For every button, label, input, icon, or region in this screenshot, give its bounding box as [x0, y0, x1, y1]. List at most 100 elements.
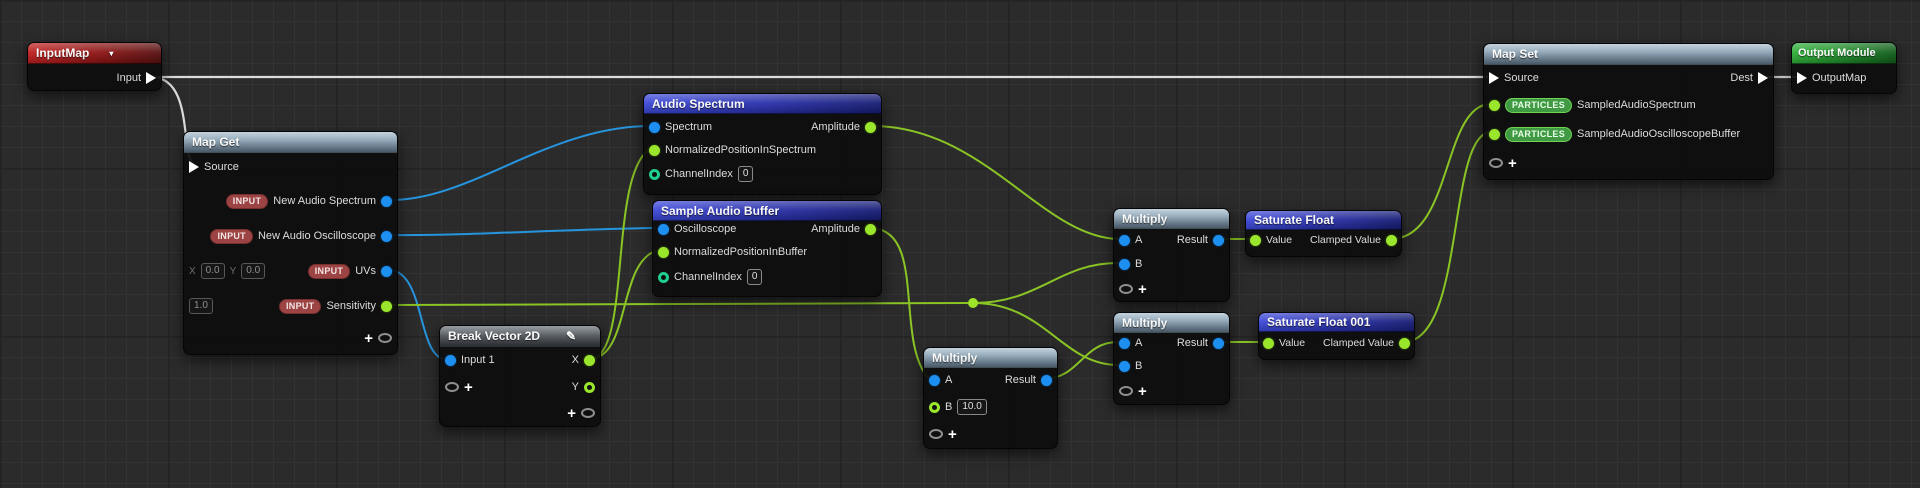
node-audio-spectrum[interactable]: Audio Spectrum Spectrum Amplitude Normal… [643, 93, 882, 195]
node-header[interactable]: Map Get [184, 132, 397, 153]
chevron-down-icon[interactable]: ▾ [109, 49, 113, 58]
edit-pencil-icon[interactable]: ✎ [566, 329, 576, 343]
output-pin-amplitude[interactable] [865, 223, 876, 235]
output-pin-result[interactable] [1041, 374, 1052, 386]
pin-label: X [571, 354, 579, 366]
input-pin-a[interactable] [1119, 337, 1130, 349]
output-pin-result[interactable] [1213, 234, 1224, 246]
reroute-junction-dot[interactable] [968, 298, 978, 308]
wire-saturate001-to-sampledaudiooscilloscopebuffer [1402, 131, 1490, 344]
eye-icon[interactable] [378, 333, 392, 343]
input-pin-normalized-position[interactable] [649, 144, 660, 156]
node-header[interactable]: Output Module [1792, 43, 1896, 64]
eye-icon[interactable] [1119, 284, 1133, 294]
exec-input-pin[interactable] [1797, 72, 1807, 84]
add-pin-icon[interactable]: + [464, 380, 473, 395]
value-field-channel-index[interactable]: 0 [737, 166, 754, 182]
input-pin-a[interactable] [929, 374, 940, 386]
input-pin-b[interactable] [929, 401, 940, 413]
pin-label: Oscilloscope [674, 223, 737, 235]
value-field-uv-y[interactable]: 0.0 [241, 263, 266, 279]
value-field-b[interactable]: 10.0 [957, 399, 987, 415]
pin-label: Input 1 [461, 354, 495, 366]
node-map-set[interactable]: Map Set Source Dest PARTICLES SampledAud… [1483, 43, 1774, 180]
pin-label: Y [571, 381, 579, 393]
add-pin-icon[interactable]: + [364, 331, 373, 346]
node-header[interactable]: InputMap ▾ [28, 43, 161, 64]
node-multiply-scale[interactable]: Multiply A Result B 10.0 + [923, 347, 1058, 449]
pin-label: B [1135, 360, 1143, 372]
add-pin-icon[interactable]: + [567, 406, 576, 421]
exec-input-pin[interactable] [1489, 72, 1499, 84]
output-pin-clamped-value[interactable] [1399, 337, 1410, 349]
input-pin-channel-index[interactable] [658, 271, 669, 283]
node-title: Break Vector 2D [448, 329, 541, 343]
input-pin-normalized-position[interactable] [658, 246, 669, 258]
input-pin-value[interactable] [1250, 234, 1261, 246]
node-output-module[interactable]: Output Module OutputMap [1791, 42, 1897, 94]
eye-icon[interactable] [581, 408, 595, 418]
value-field-uv-x[interactable]: 0.0 [200, 263, 225, 279]
node-saturate-float-001[interactable]: Saturate Float 001 Value Clamped Value [1258, 312, 1415, 360]
pin-label: Amplitude [811, 121, 860, 133]
pin-label: A [1135, 234, 1143, 246]
output-pin-result[interactable] [1213, 337, 1224, 349]
pin-label: ChannelIndex [665, 168, 733, 180]
input-pin-b[interactable] [1119, 258, 1130, 270]
input-pin-a[interactable] [1119, 234, 1130, 246]
input-pin-value[interactable] [1263, 337, 1274, 349]
output-pin-uvs[interactable] [381, 265, 392, 277]
graph-canvas[interactable]: InputMap ▾ Input Map Get Source INPUT Ne… [0, 0, 1920, 488]
eye-icon[interactable] [929, 429, 943, 439]
node-header[interactable]: Map Set [1484, 44, 1773, 65]
eye-icon[interactable] [445, 382, 459, 392]
exec-output-pin[interactable] [146, 72, 156, 84]
pin-label: New Audio Spectrum [273, 195, 376, 207]
pin-label: Result [1176, 234, 1208, 246]
node-break-vector-2d[interactable]: Break Vector 2D ✎ Input 1 X + Y + [439, 325, 601, 427]
node-multiply-buffer[interactable]: Multiply A Result B + [1113, 312, 1230, 405]
node-header[interactable]: Multiply [1114, 209, 1229, 229]
eye-icon[interactable] [1119, 386, 1133, 396]
exec-output-pin[interactable] [1758, 72, 1768, 84]
add-pin-icon[interactable]: + [1138, 282, 1147, 297]
input-pin-sampled-audio-spectrum[interactable] [1489, 99, 1500, 111]
input-pin-sampled-audio-oscilloscope-buffer[interactable] [1489, 128, 1500, 140]
node-map-get[interactable]: Map Get Source INPUT New Audio Spectrum … [183, 131, 398, 355]
node-header[interactable]: Break Vector 2D ✎ [440, 326, 600, 347]
node-header[interactable]: Multiply [924, 348, 1057, 368]
output-pin-new-audio-oscilloscope[interactable] [381, 230, 392, 242]
value-field-sensitivity[interactable]: 1.0 [189, 298, 213, 314]
output-pin-x[interactable] [584, 354, 595, 366]
input-pin-spectrum[interactable] [649, 121, 660, 133]
add-pin-icon[interactable]: + [1138, 384, 1147, 399]
output-pin-amplitude[interactable] [865, 121, 876, 133]
node-header[interactable]: Multiply [1114, 313, 1229, 333]
node-multiply-spectrum[interactable]: Multiply A Result B + [1113, 208, 1230, 302]
output-pin-sensitivity[interactable] [381, 300, 392, 312]
node-header[interactable]: Saturate Float [1246, 211, 1401, 230]
input-pin-input1[interactable] [445, 354, 456, 366]
value-field-channel-index[interactable]: 0 [746, 269, 763, 285]
input-pin-b[interactable] [1119, 360, 1130, 372]
node-header[interactable]: Saturate Float 001 [1259, 313, 1414, 332]
node-input-map[interactable]: InputMap ▾ Input [27, 42, 162, 91]
output-pin-y[interactable] [584, 381, 595, 393]
pin-label: Source [1504, 72, 1539, 84]
node-header[interactable]: Audio Spectrum [644, 94, 881, 114]
input-pin-channel-index[interactable] [649, 168, 660, 180]
pin-label: Result [1176, 337, 1208, 349]
pin-label: A [1135, 337, 1143, 349]
node-title: Map Set [1492, 47, 1539, 61]
add-pin-icon[interactable]: + [948, 427, 957, 442]
node-title: Map Get [192, 135, 240, 149]
eye-icon[interactable] [1489, 158, 1503, 168]
node-saturate-float[interactable]: Saturate Float Value Clamped Value [1245, 210, 1402, 257]
add-pin-icon[interactable]: + [1508, 156, 1517, 171]
exec-input-pin[interactable] [189, 161, 199, 173]
output-pin-clamped-value[interactable] [1386, 234, 1397, 246]
wire-spectrum-amplitude-to-multiply-a [872, 125, 1119, 240]
input-pin-oscilloscope[interactable] [658, 223, 669, 235]
output-pin-new-audio-spectrum[interactable] [381, 195, 392, 207]
node-sample-audio-buffer[interactable]: Sample Audio Buffer Oscilloscope Amplitu… [652, 200, 882, 297]
